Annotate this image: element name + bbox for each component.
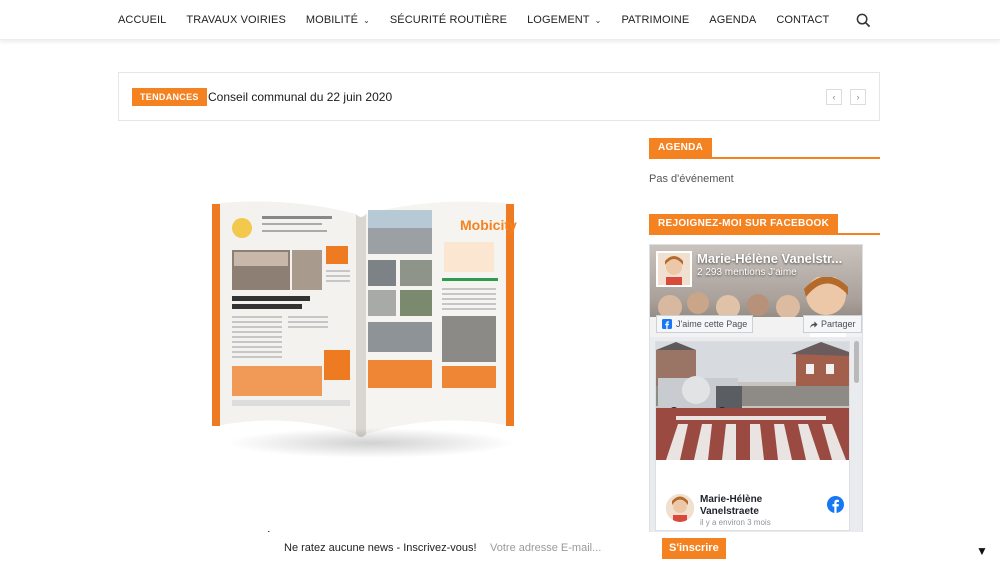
ticker-next-button[interactable]: › bbox=[850, 89, 866, 105]
magazine-shadow bbox=[226, 428, 516, 458]
newsletter-bar: Ne ratez aucune news - Inscrivez-vous! S… bbox=[0, 532, 1000, 563]
road-photo bbox=[656, 342, 849, 460]
nav-item-mobilite[interactable]: MOBILITÉ ⌄ bbox=[306, 14, 370, 26]
facebook-page-name[interactable]: Marie-Hélène Vanelstr... bbox=[697, 251, 842, 266]
facebook-cover-photo[interactable]: Marie-Hélène Vanelstr... 2 293 mentions … bbox=[650, 245, 862, 337]
nav-item-accueil[interactable]: ACCUEIL bbox=[118, 14, 166, 26]
post-author-avatar[interactable] bbox=[666, 494, 694, 522]
facebook-page-plugin: Marie-Hélène Vanelstr... 2 293 mentions … bbox=[649, 244, 863, 534]
nav-item-patrimoine[interactable]: PATRIMOINE bbox=[621, 14, 689, 26]
collapse-toggle-icon[interactable]: ▼ bbox=[976, 544, 988, 558]
agenda-widget-title: AGENDA bbox=[649, 137, 880, 159]
main-navigation: ACCUEIL TRAVAUX VOIRIES MOBILITÉ ⌄ SÉCURI… bbox=[0, 0, 1000, 40]
svg-text:Mobicity: Mobicity bbox=[460, 217, 517, 233]
nav-item-securite-routiere[interactable]: SÉCURITÉ ROUTIÈRE bbox=[390, 14, 507, 26]
avatar-image bbox=[666, 494, 694, 522]
facebook-post[interactable]: Marie-Hélène Vanelstraete il y a environ… bbox=[655, 341, 850, 531]
facebook-logo-icon[interactable] bbox=[827, 496, 844, 513]
facebook-icon bbox=[662, 319, 672, 329]
post-photo[interactable] bbox=[656, 342, 849, 460]
facebook-widget-title: REJOIGNEZ-MOI SUR FACEBOOK bbox=[649, 213, 880, 235]
nav-item-logement[interactable]: LOGEMENT ⌄ bbox=[527, 14, 601, 26]
nav-item-agenda[interactable]: AGENDA bbox=[709, 14, 756, 26]
magazine-image[interactable]: Mobicity bbox=[196, 190, 536, 480]
facebook-like-button[interactable]: J'aime cette Page bbox=[656, 315, 754, 333]
facebook-share-button[interactable]: Partager bbox=[803, 315, 862, 333]
share-icon bbox=[809, 320, 818, 328]
post-author-name[interactable]: Marie-Hélène Vanelstraete bbox=[700, 494, 790, 518]
ticker-prev-button[interactable]: ‹ bbox=[826, 89, 842, 105]
newsletter-email-input[interactable] bbox=[490, 539, 650, 557]
trending-headline[interactable]: Conseil communal du 22 juin 2020 bbox=[208, 90, 392, 104]
avatar-image bbox=[658, 253, 690, 285]
trending-ticker: TENDANCES Conseil communal du 22 juin 20… bbox=[118, 72, 880, 121]
no-event-text: Pas d'événement bbox=[649, 173, 734, 185]
search-icon[interactable] bbox=[856, 13, 871, 28]
trending-badge: TENDANCES bbox=[132, 88, 207, 106]
chevron-down-icon: ⌄ bbox=[594, 15, 602, 25]
magazine-spread: Mobicity bbox=[212, 201, 517, 437]
subscribe-button[interactable]: S'inscrire bbox=[662, 538, 726, 559]
nav-item-travaux-voiries[interactable]: TRAVAUX VOIRIES bbox=[186, 14, 286, 26]
page-avatar[interactable] bbox=[656, 251, 692, 287]
post-timestamp[interactable]: il y a environ 3 mois bbox=[700, 518, 771, 527]
nav-menu: ACCUEIL TRAVAUX VOIRIES MOBILITÉ ⌄ SÉCURI… bbox=[118, 0, 849, 40]
facebook-scrollbar[interactable] bbox=[854, 341, 859, 383]
facebook-likes-count: 2 293 mentions J'aime bbox=[697, 267, 797, 278]
newsletter-text: Ne ratez aucune news - Inscrivez-vous! bbox=[284, 542, 477, 554]
chevron-down-icon: ⌄ bbox=[363, 15, 370, 25]
nav-item-contact[interactable]: CONTACT bbox=[776, 14, 829, 26]
